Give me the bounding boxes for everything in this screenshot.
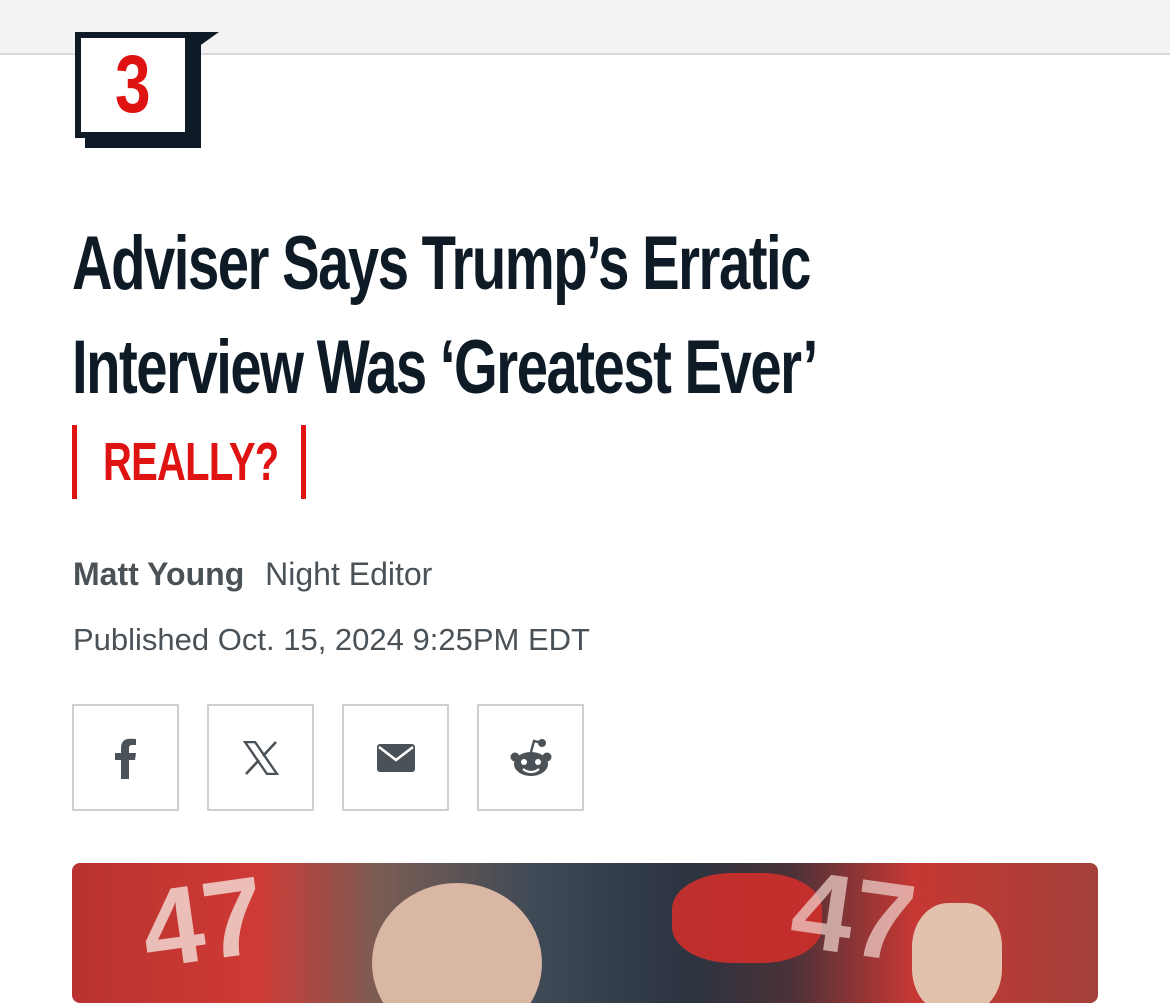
share-reddit-button[interactable] xyxy=(477,704,584,811)
headline-line-2: Interview Was ‘Greatest Ever’ xyxy=(72,325,818,410)
tag-label: REALLY? xyxy=(103,432,279,492)
x-icon xyxy=(242,740,279,775)
rank-badge: 3 xyxy=(75,32,221,150)
facebook-icon xyxy=(114,738,136,779)
author-name[interactable]: Matt Young xyxy=(73,556,244,592)
photo-head xyxy=(372,883,542,1003)
reddit-icon xyxy=(510,738,551,776)
article-tag[interactable]: REALLY? xyxy=(72,424,306,500)
photo-fist xyxy=(912,903,1002,1003)
share-facebook-button[interactable] xyxy=(72,704,179,811)
tag-left-bar xyxy=(72,425,77,499)
byline: Matt Young Night Editor xyxy=(73,556,432,593)
published-date: Published Oct. 15, 2024 9:25PM EDT xyxy=(73,622,590,657)
share-buttons xyxy=(72,704,612,811)
article-hero-image[interactable]: 47 47 xyxy=(72,863,1098,1003)
photo-sign-right: 47 xyxy=(784,863,923,986)
photo-sign-left: 47 xyxy=(134,863,273,992)
article-headline: Adviser Says Trump’s Erratic Interview W… xyxy=(72,212,1130,420)
rank-badge-flap xyxy=(191,32,219,52)
email-icon xyxy=(376,743,415,772)
share-email-button[interactable] xyxy=(342,704,449,811)
rank-badge-box: 3 xyxy=(75,32,191,138)
headline-line-1: Adviser Says Trump’s Erratic xyxy=(72,221,811,306)
tag-right-bar xyxy=(301,425,306,499)
author-role: Night Editor xyxy=(265,556,433,592)
share-x-button[interactable] xyxy=(207,704,314,811)
rank-number: 3 xyxy=(115,39,151,130)
